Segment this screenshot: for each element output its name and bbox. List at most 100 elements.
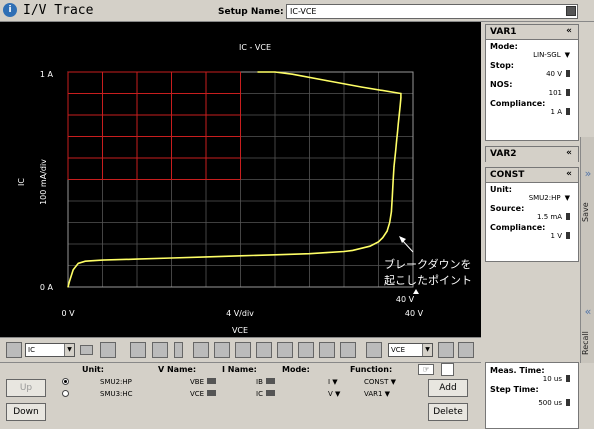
line1-icon[interactable]	[256, 342, 272, 358]
keypad-icon[interactable]	[566, 232, 570, 239]
setup-name-label: Setup Name:	[218, 7, 284, 17]
row1-function[interactable]: CONST ▼	[364, 378, 396, 386]
data-point	[257, 71, 259, 73]
dropdown-arrow-icon[interactable]: ▼	[422, 344, 432, 356]
const-panel: CONST « Unit: SMU2:HP ▼ Source: 1.5 mA Com…	[485, 167, 579, 262]
row2-unit: SMU3:HC	[100, 390, 133, 398]
y-log-icon[interactable]	[80, 345, 93, 355]
add-axis-icon[interactable]	[100, 342, 116, 358]
app-title: I/V Trace	[23, 3, 94, 18]
x-log-icon[interactable]	[438, 342, 454, 358]
row2-mode-value: V	[328, 390, 333, 398]
var1-title: VAR1	[490, 27, 517, 37]
tab-save[interactable]: Save	[581, 187, 594, 237]
x-scale-label: 4 V/div	[226, 309, 254, 318]
chevron-down-icon[interactable]: «	[566, 26, 572, 36]
tab-recall[interactable]: Recall	[581, 325, 594, 361]
channel-panel: Up Down Unit: V Name: I Name: Mode: Func…	[0, 362, 481, 429]
row2-iname[interactable]: IC	[256, 390, 275, 398]
data-point	[360, 247, 362, 249]
keypad-icon[interactable]	[566, 213, 570, 220]
add-x-axis-icon[interactable]	[458, 342, 474, 358]
y-min-label: 0 A	[40, 283, 54, 292]
dropdown-arrow-icon[interactable]: ▼	[565, 194, 570, 202]
unit-label: Unit:	[490, 185, 512, 194]
setup-menu-icon[interactable]	[566, 6, 576, 16]
line4-icon[interactable]	[319, 342, 335, 358]
data-point	[386, 230, 388, 232]
keypad-icon[interactable]	[566, 89, 570, 96]
chevron-down-icon[interactable]: «	[566, 148, 572, 158]
keypad-icon[interactable]	[566, 70, 570, 77]
keypad-icon[interactable]	[566, 108, 570, 115]
zoom-icon[interactable]	[235, 342, 251, 358]
row1-radio[interactable]	[62, 378, 69, 385]
meas-time-label: Meas. Time:	[490, 366, 545, 375]
keypad-icon[interactable]	[207, 378, 217, 384]
flag-icon[interactable]	[441, 363, 454, 376]
setup-name-input[interactable]: IC-VCE	[286, 4, 578, 19]
var1-header[interactable]: VAR1 «	[486, 25, 578, 40]
y-axis-select[interactable]: IC ▼	[25, 343, 75, 357]
traffic-light-icon[interactable]	[174, 342, 183, 358]
var2-header[interactable]: VAR2 «	[486, 147, 578, 162]
keypad-icon[interactable]	[265, 378, 275, 384]
const-compliance-field[interactable]: 1 V	[486, 232, 578, 240]
x-axis-select-value: VCE	[391, 346, 406, 354]
var1-compliance-field[interactable]: 1 A	[486, 108, 578, 116]
step-time-value: 500 us	[538, 399, 562, 407]
const-header[interactable]: CONST «	[486, 168, 578, 183]
row2-radio[interactable]	[62, 390, 69, 397]
row1-iname[interactable]: IB	[256, 378, 275, 386]
const-title: CONST	[490, 170, 525, 180]
line2-icon[interactable]	[277, 342, 293, 358]
dropdown-arrow-icon[interactable]: ▼	[64, 344, 74, 356]
up-button[interactable]: Up	[6, 379, 46, 397]
row1-mode[interactable]: I ▼	[328, 378, 338, 386]
image-icon[interactable]	[193, 342, 209, 358]
trace-curve-icon[interactable]	[130, 342, 146, 358]
nos-field[interactable]: 101	[486, 89, 578, 97]
source-field[interactable]: 1.5 mA	[486, 213, 578, 221]
row1-vname[interactable]: VBE	[190, 378, 217, 386]
marker-value: 40 V	[396, 295, 415, 304]
row2-vname[interactable]: VCE	[190, 390, 217, 398]
chevron-down-icon[interactable]: «	[566, 169, 572, 179]
data-point	[391, 196, 393, 198]
keypad-icon[interactable]	[265, 390, 275, 396]
recall-chevron-icon[interactable]: «	[581, 305, 594, 318]
data-point	[205, 256, 207, 258]
step-time-field[interactable]: 500 us	[486, 399, 578, 407]
data-point	[396, 131, 399, 133]
unit-select[interactable]: SMU2:HP ▼	[486, 194, 578, 202]
keypad-icon[interactable]	[566, 375, 570, 382]
line3-icon[interactable]	[298, 342, 314, 358]
row1-mode-value: I	[328, 378, 331, 386]
row1-unit: SMU2:HP	[100, 378, 132, 386]
plot-area[interactable]: IC - VCE 1 A 0 A IC 100 mA/div 0 V 4 V/d…	[0, 22, 481, 337]
data-point	[326, 80, 328, 82]
dropdown-arrow-icon[interactable]: ▼	[565, 51, 570, 59]
add-button[interactable]: Add	[428, 379, 468, 397]
delete-button[interactable]: Delete	[428, 403, 468, 421]
stop-field[interactable]: 40 V	[486, 70, 578, 78]
keypad-icon[interactable]	[207, 390, 217, 396]
mode-select[interactable]: LIN-SGL ▼	[486, 51, 578, 59]
fit-icon[interactable]	[214, 342, 230, 358]
marker-icon[interactable]	[152, 342, 168, 358]
x-axis-select[interactable]: VCE ▼	[388, 343, 433, 357]
row2-function[interactable]: VAR1 ▼	[364, 390, 390, 398]
unit-header: Unit:	[82, 365, 104, 374]
row2-mode[interactable]: V ▼	[328, 390, 340, 398]
unit-value: SMU2:HP	[528, 194, 561, 202]
y-axis-icon[interactable]	[6, 342, 22, 358]
meas-time-field[interactable]: 10 us	[486, 375, 578, 383]
hand-pointer-icon[interactable]: ☞	[418, 364, 434, 375]
down-button[interactable]: Down	[6, 403, 46, 421]
tools-icon[interactable]	[340, 342, 356, 358]
x-axis-icon[interactable]	[366, 342, 382, 358]
info-icon[interactable]: i	[3, 3, 17, 17]
save-chevron-icon[interactable]: »	[581, 167, 594, 180]
keypad-icon[interactable]	[566, 399, 570, 406]
ic-vce-chart[interactable]: IC - VCE 1 A 0 A IC 100 mA/div 0 V 4 V/d…	[0, 22, 481, 337]
